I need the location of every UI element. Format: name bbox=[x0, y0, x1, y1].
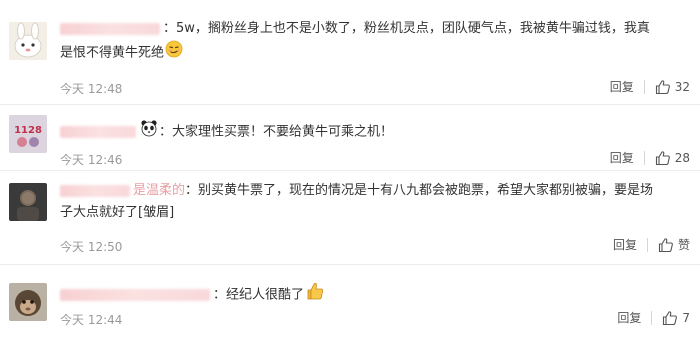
comment-body: ：经纪人很酷了 bbox=[60, 281, 660, 309]
comment-actions: 回复 32 bbox=[606, 78, 690, 95]
reply-label: 回复 bbox=[609, 80, 634, 94]
username-blurred[interactable] bbox=[60, 289, 210, 301]
reply-label: 回复 bbox=[612, 238, 637, 252]
comment-item: ：5w，搁粉丝身上也不是小数了，粉丝机灵点，团队硬气点，我被黄牛骗过钱，我真是恨… bbox=[0, 0, 700, 104]
comment-body: ：5w，搁粉丝身上也不是小数了，粉丝机灵点，团队硬气点，我被黄牛骗过钱，我真是恨… bbox=[60, 18, 660, 66]
comment-timestamp: 今天 12:48 bbox=[60, 82, 123, 96]
like-count: 7 bbox=[682, 310, 690, 325]
comment-separator: ： bbox=[163, 21, 177, 36]
reply-button[interactable]: 回复 bbox=[613, 236, 637, 253]
like-count: 28 bbox=[674, 150, 690, 165]
smirk-face-emoji bbox=[165, 40, 183, 66]
comment-actions: 回复 7 bbox=[617, 309, 690, 326]
comment-separator: ： bbox=[185, 183, 199, 198]
comment-timestamp: 今天 12:50 bbox=[60, 240, 123, 254]
comment-separator: ： bbox=[159, 124, 173, 140]
like-button[interactable]: 28 bbox=[655, 150, 690, 166]
avatar[interactable] bbox=[9, 283, 47, 321]
comment-body: ：大家理性买票！不要给黄牛可乘之机！ bbox=[60, 119, 660, 145]
username-blurred[interactable] bbox=[60, 22, 160, 35]
reply-button[interactable]: 回复 bbox=[617, 309, 641, 326]
comment-separator: ： bbox=[213, 287, 227, 303]
comment-timestamp: 今天 12:44 bbox=[60, 313, 123, 327]
action-divider bbox=[651, 310, 653, 325]
like-button[interactable]: 7 bbox=[662, 310, 690, 326]
comment-actions: 回复 28 bbox=[610, 149, 690, 166]
reply-label: 回复 bbox=[609, 151, 634, 165]
reply-label: 回复 bbox=[617, 311, 642, 325]
comment-item: 1128 ：大家理性买票！不要给黄牛可乘之机！ 今天 12:46 回复 28 bbox=[0, 105, 700, 170]
like-button[interactable]: 赞 bbox=[658, 236, 690, 253]
thumbs-up-icon bbox=[655, 150, 670, 165]
thumbs-up-icon bbox=[663, 310, 678, 325]
comment-actions: 回复 赞 bbox=[613, 236, 690, 253]
avatar[interactable] bbox=[9, 22, 47, 60]
panda-face-emoji bbox=[140, 119, 158, 145]
comment-body: 是温柔的：别买黄牛票了，现在的情况是十有八九都会被跑票，希望大家都别被骗，要是场… bbox=[60, 180, 660, 224]
comment-list: ：5w，搁粉丝身上也不是小数了，粉丝机灵点，团队硬气点，我被黄牛骗过钱，我真是恨… bbox=[0, 0, 700, 339]
like-count: 赞 bbox=[677, 238, 690, 252]
thumbs-up-emoji bbox=[305, 281, 325, 309]
comment-text: 大家理性买票！不要给黄牛可乘之机！ bbox=[172, 124, 394, 140]
action-divider bbox=[643, 79, 645, 94]
like-button[interactable]: 32 bbox=[655, 79, 690, 95]
comment-item: ：经纪人很酷了 今天 12:44 回复 7 bbox=[0, 265, 700, 339]
svg-text:1128: 1128 bbox=[14, 125, 42, 136]
thumbs-up-icon bbox=[655, 79, 670, 94]
avatar[interactable] bbox=[9, 183, 47, 221]
comment-item: 是温柔的：别买黄牛票了，现在的情况是十有八九都会被跑票，希望大家都别被骗，要是场… bbox=[0, 171, 700, 264]
comment-timestamp: 今天 12:46 bbox=[60, 153, 123, 167]
like-count: 32 bbox=[674, 79, 690, 94]
reply-button[interactable]: 回复 bbox=[606, 78, 634, 95]
action-divider bbox=[643, 150, 645, 165]
username-visible-part[interactable]: 是温柔的 bbox=[133, 183, 185, 198]
username-blurred[interactable] bbox=[60, 184, 130, 197]
comment-text: 经纪人很酷了 bbox=[226, 287, 305, 303]
username-blurred[interactable] bbox=[60, 126, 136, 138]
action-divider bbox=[646, 237, 648, 252]
avatar[interactable]: 1128 bbox=[9, 115, 47, 153]
thumbs-up-icon bbox=[658, 237, 673, 252]
reply-button[interactable]: 回复 bbox=[610, 149, 634, 166]
